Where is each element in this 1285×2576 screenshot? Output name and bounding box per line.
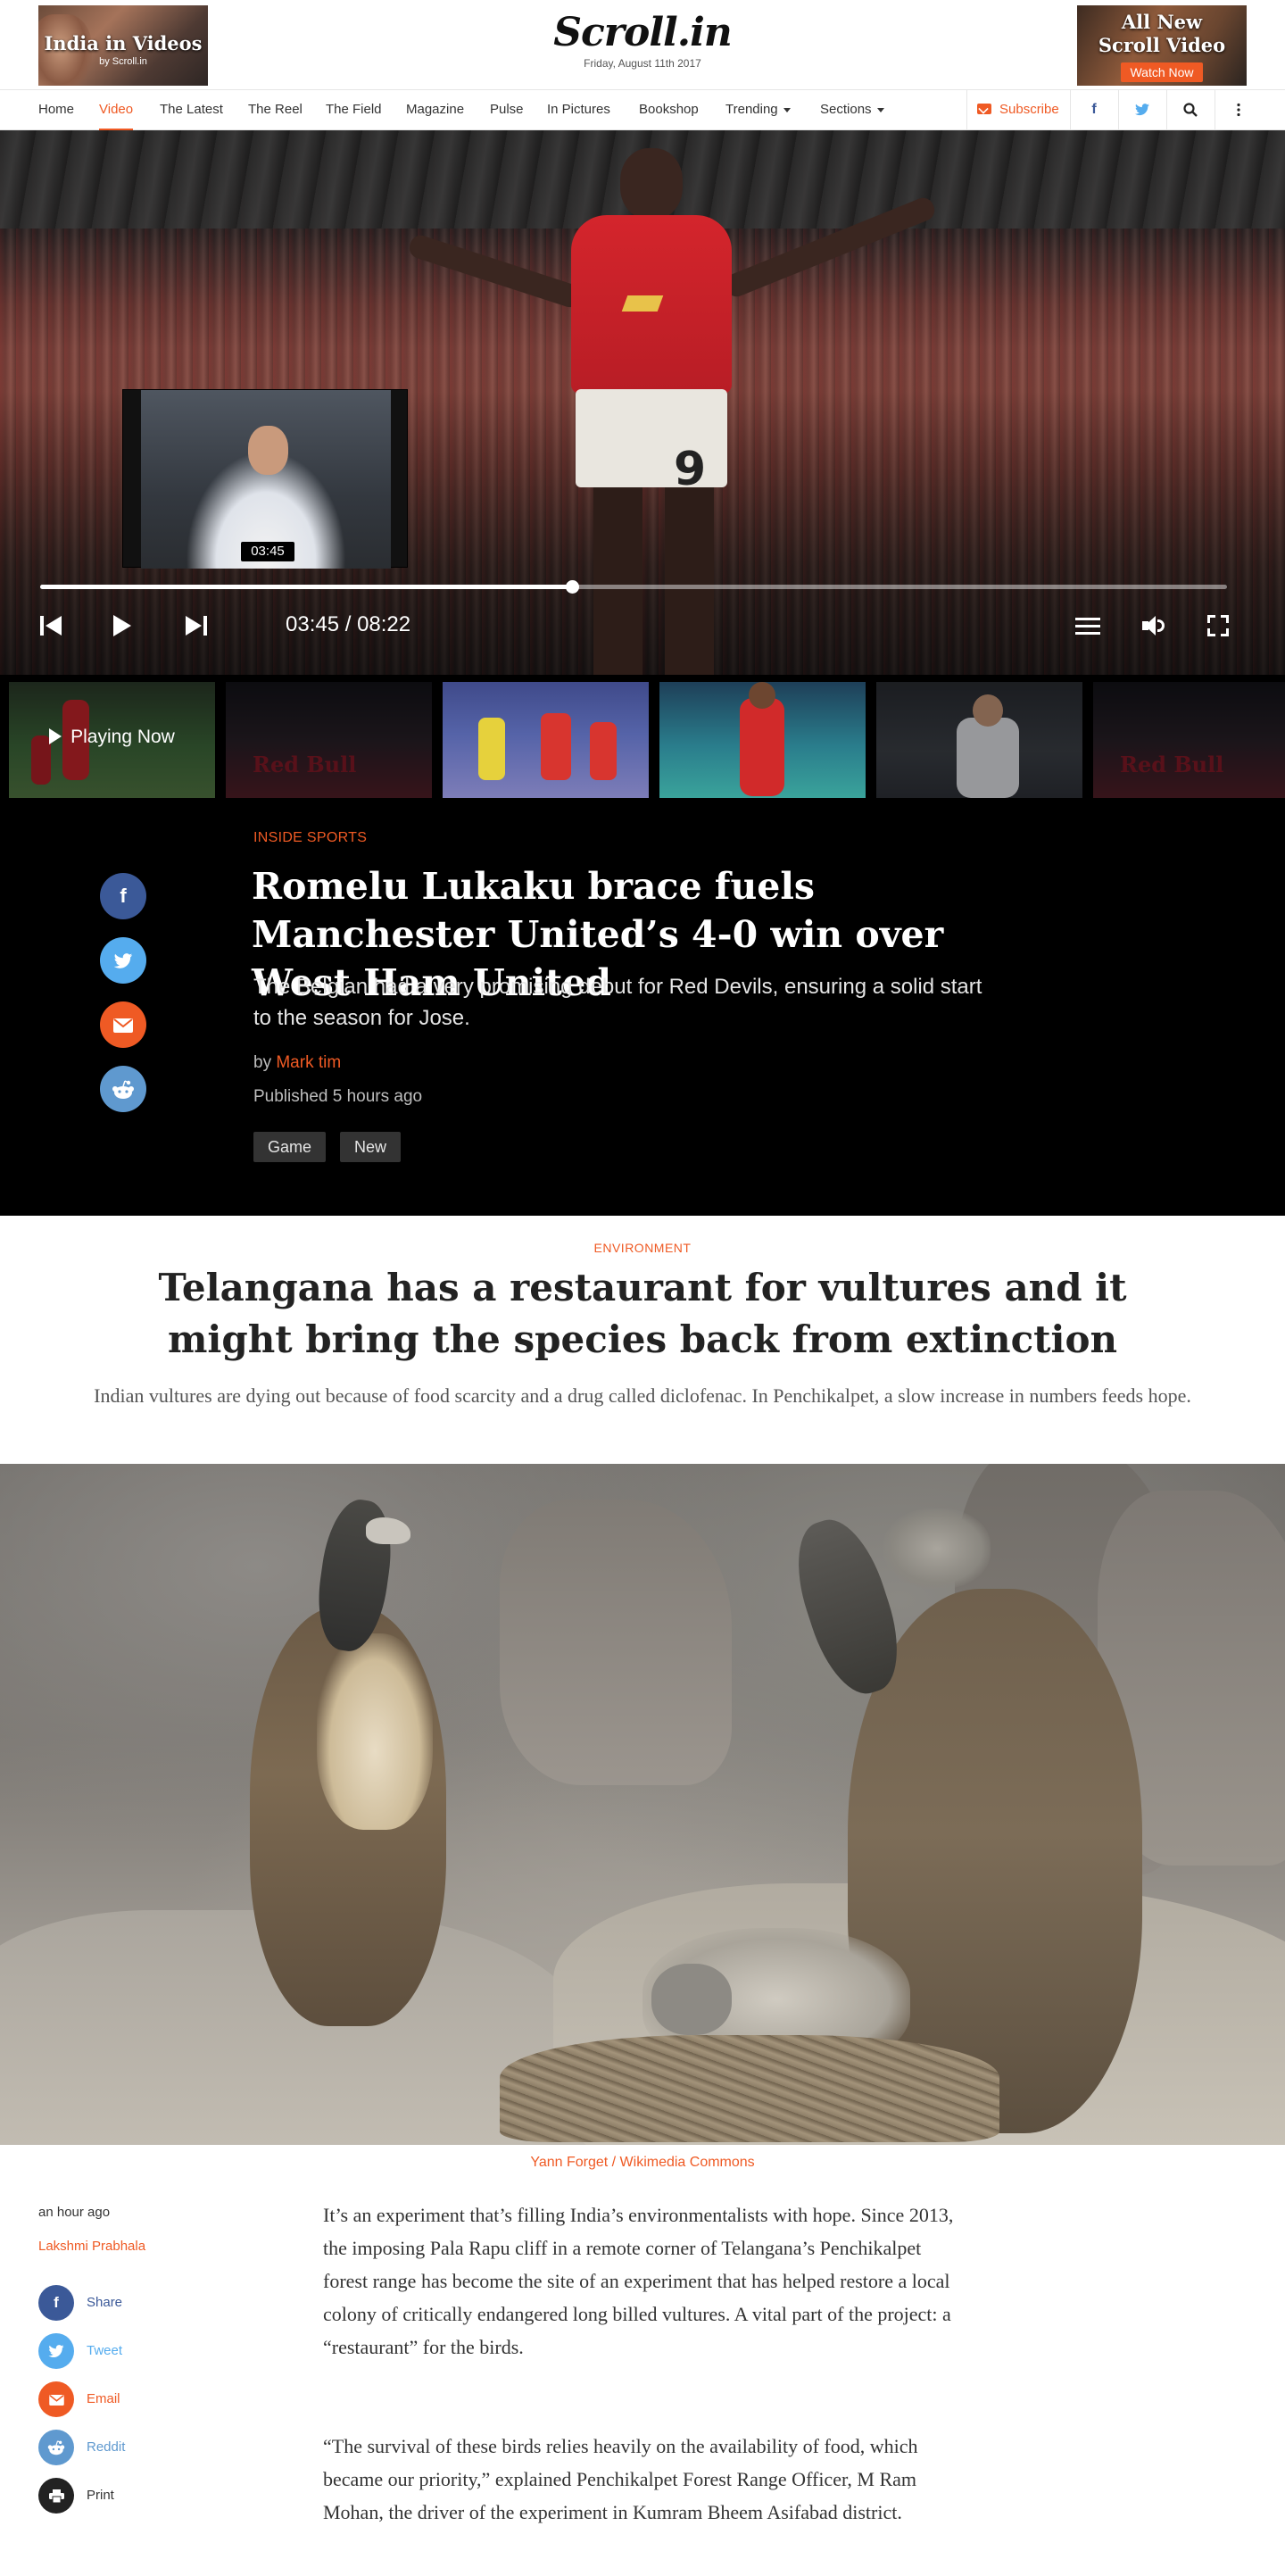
share-twitter-button[interactable]: Tweet — [38, 2333, 181, 2369]
logo-wordmark: Scroll.in — [553, 10, 733, 55]
playlist-icon[interactable] — [1075, 617, 1100, 636]
watch-now-button[interactable]: Watch Now — [1121, 62, 1203, 82]
facebook-icon[interactable]: f — [1070, 90, 1118, 130]
feature-byline: by Mark tim — [253, 1053, 342, 1072]
preview-time: 03:45 — [241, 542, 294, 561]
feature-author-link[interactable]: Mark tim — [276, 1053, 341, 1072]
twitter-icon[interactable] — [1118, 90, 1166, 130]
video-thumbnail-strip: Playing Now Red Bull Red Bull — [0, 675, 1285, 809]
share-email-button[interactable]: Email — [38, 2381, 181, 2417]
email-icon — [38, 2381, 74, 2417]
print-button[interactable]: Print — [38, 2478, 181, 2514]
nav-item-the-latest[interactable]: The Latest — [160, 90, 223, 130]
nest — [500, 2035, 999, 2142]
chevron-down-icon — [876, 107, 884, 112]
thumbnail-badminton-player[interactable] — [659, 682, 866, 798]
promo-right-title: All New Scroll Video — [1098, 11, 1226, 56]
thumbnail-red-bull-motocross[interactable]: Red Bull — [226, 682, 432, 798]
tag-new[interactable]: New — [340, 1132, 402, 1162]
image-caption[interactable]: Yann Forget / Wikimedia Commons — [0, 2155, 1285, 2171]
twitter-icon — [38, 2333, 74, 2369]
progress-fill — [40, 585, 572, 589]
playing-now-label: Playing Now — [9, 727, 215, 748]
article-timestamp: an hour ago — [38, 2205, 111, 2220]
play-icon — [49, 728, 62, 744]
article-hero-image — [0, 1464, 1285, 2145]
fullscreen-icon[interactable] — [1207, 615, 1229, 636]
progress-bar[interactable] — [40, 580, 1227, 594]
share-reddit-button[interactable]: Reddit — [38, 2430, 181, 2465]
search-icon[interactable] — [1166, 90, 1215, 130]
site-header: India in Videos by Scroll.in Scroll.in F… — [0, 0, 1285, 89]
printer-icon — [38, 2478, 74, 2514]
nav-item-magazine[interactable]: Magazine — [406, 90, 464, 130]
envelope-icon — [977, 104, 991, 114]
facebook-icon: f — [38, 2285, 74, 2321]
india-in-videos-promo[interactable]: India in Videos by Scroll.in — [38, 5, 208, 86]
nav-item-trending[interactable]: Trending — [725, 90, 791, 130]
nav-item-sections[interactable]: Sections — [820, 90, 884, 130]
play-icon[interactable] — [112, 614, 133, 637]
tag-game[interactable]: Game — [253, 1132, 327, 1162]
feature-share-buttons: f — [100, 873, 146, 1130]
article-headline: Telangana has a restaurant for vultures … — [158, 1266, 1127, 1361]
subscribe-link[interactable]: Subscribe — [977, 90, 1059, 130]
article-subtitle: Indian vultures are dying out because of… — [94, 1384, 1191, 1407]
progress-handle[interactable] — [565, 580, 579, 594]
nav-item-the-reel[interactable]: The Reel — [248, 90, 303, 130]
reddit-icon — [38, 2430, 74, 2465]
feature-published: Published 5 hours ago — [253, 1087, 423, 1106]
nav-item-the-field[interactable]: The Field — [326, 90, 382, 130]
site-logo[interactable]: Scroll.in Friday, August 11th 2017 — [553, 9, 733, 70]
share-facebook-button[interactable]: f Share — [38, 2285, 181, 2321]
next-icon[interactable] — [186, 614, 209, 637]
nav-item-home[interactable]: Home — [38, 90, 74, 130]
nav-item-pulse[interactable]: Pulse — [490, 90, 524, 130]
article-paragraph: It’s an experiment that’s filling India’… — [323, 2204, 954, 2358]
nav-item-video[interactable]: Video — [99, 90, 134, 130]
article-paragraph: “The survival of these birds relies heav… — [323, 2435, 918, 2523]
reddit-icon[interactable] — [100, 1066, 146, 1112]
header-date: Friday, August 11th 2017 — [584, 57, 701, 70]
thumbnail-football-player-white-kit[interactable] — [876, 682, 1082, 798]
thumbnail-soccer-celebration[interactable]: Playing Now — [9, 682, 215, 798]
email-icon[interactable] — [100, 1001, 146, 1048]
scrub-preview: 03:45 — [122, 389, 408, 569]
feature-kicker[interactable]: INSIDE SPORTS — [253, 830, 367, 846]
article-kicker[interactable]: ENVIRONMENT — [0, 1241, 1285, 1255]
scroll-video-promo[interactable]: All New Scroll Video Watch Now — [1077, 5, 1247, 86]
feature-subtitle: The Belgian had a very promising debut f… — [253, 975, 982, 1030]
facebook-icon[interactable]: f — [100, 873, 146, 919]
nav-item-bookshop[interactable]: Bookshop — [639, 90, 699, 130]
nav-divider — [966, 90, 967, 130]
nav-item-in-pictures[interactable]: In Pictures — [547, 90, 610, 130]
video-player[interactable]: 9 03:45 03:45 / 08:22 — [0, 130, 1285, 675]
thumbnail-red-bull-motocross[interactable]: Red Bull — [1093, 682, 1285, 798]
featured-video-article: f INSIDE SPORTS Romelu Lukaku brace fuel… — [0, 809, 1285, 1216]
main-nav: Home Video The Latest The Reel The Field… — [0, 89, 1285, 130]
time-readout: 03:45 / 08:22 — [286, 612, 411, 636]
twitter-icon[interactable] — [100, 937, 146, 984]
article-author-link[interactable]: Lakshmi Prabhala — [38, 2239, 145, 2254]
volume-icon[interactable] — [1142, 614, 1169, 637]
chevron-down-icon — [783, 107, 791, 112]
thumbnail-kabaddi-match[interactable] — [443, 682, 649, 798]
promo-left-subtitle: by Scroll.in — [99, 56, 147, 67]
more-vertical-icon[interactable] — [1215, 90, 1263, 130]
footballer-figure: 9 — [500, 139, 803, 675]
previous-icon[interactable] — [40, 614, 63, 637]
promo-left-title: India in Videos — [44, 32, 203, 54]
